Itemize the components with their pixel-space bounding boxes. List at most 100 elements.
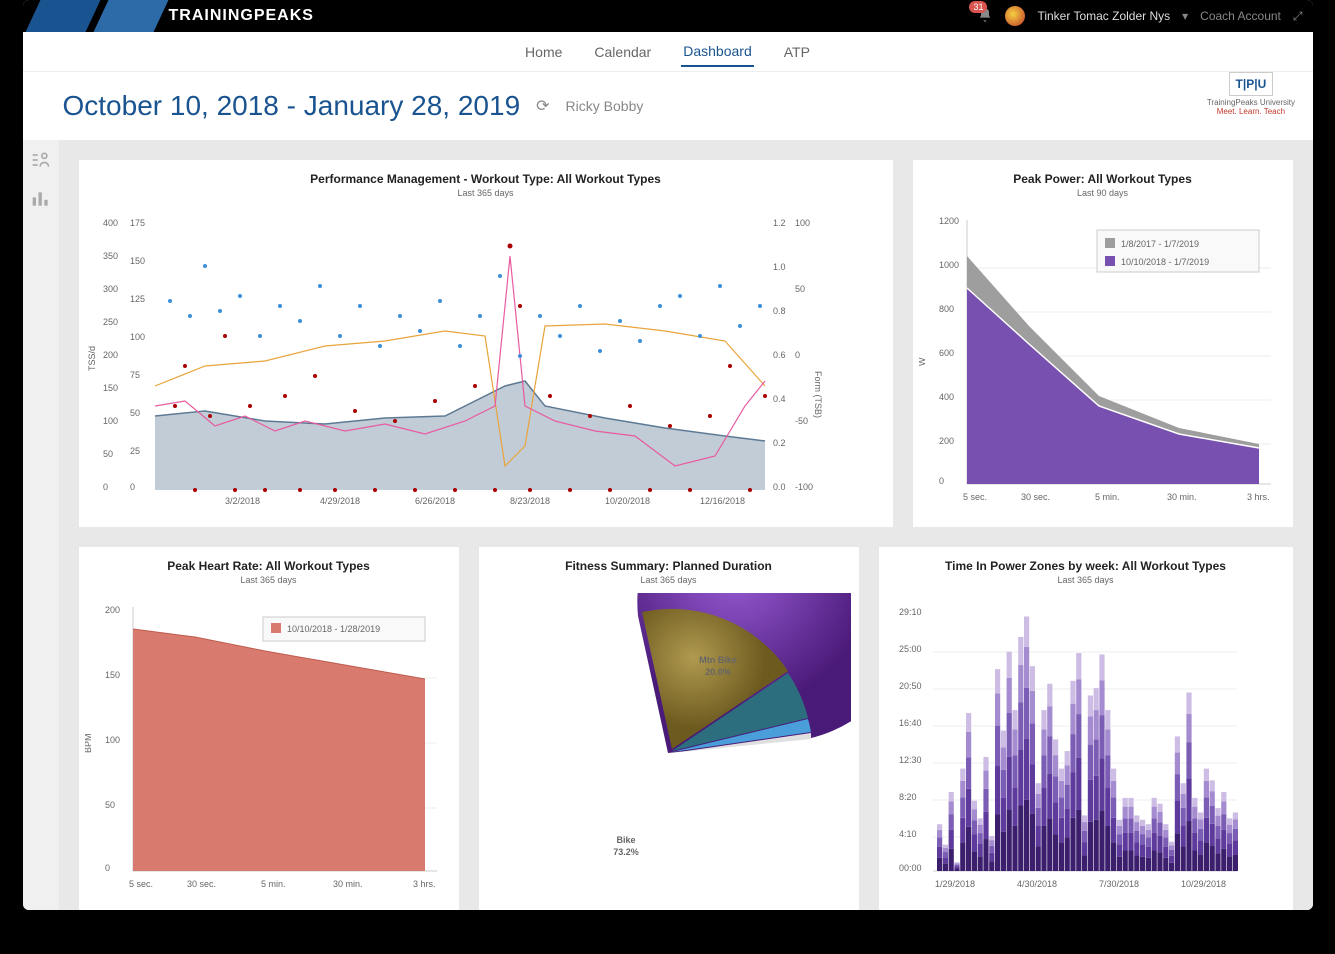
pp-title: Peak Power: All Workout Types <box>919 172 1287 186</box>
svg-text:1000: 1000 <box>939 260 959 270</box>
svg-text:-100: -100 <box>795 482 813 492</box>
svg-text:150: 150 <box>130 256 145 266</box>
svg-text:4:10: 4:10 <box>899 829 917 839</box>
svg-text:1.0: 1.0 <box>773 262 786 272</box>
tpu-line2: Meet. Learn. Teach <box>1207 107 1295 116</box>
fs-svg: Mtn Bike 20.0% Bike 73.2% <box>485 593 851 903</box>
dashboard-header: October 10, 2018 - January 28, 2019 ⟳ Ri… <box>23 72 1313 140</box>
avatar[interactable] <box>1005 6 1025 26</box>
svg-text:20:50: 20:50 <box>899 681 922 691</box>
svg-text:0.6: 0.6 <box>773 350 786 360</box>
nav-calendar[interactable]: Calendar <box>592 38 653 66</box>
phr-title: Peak Heart Rate: All Workout Types <box>85 559 453 573</box>
left-sidebar <box>23 140 59 910</box>
peak-hr-chart[interactable]: Peak Heart Rate: All Workout Types Last … <box>79 547 459 910</box>
svg-text:100: 100 <box>105 735 120 745</box>
svg-text:0: 0 <box>795 350 800 360</box>
perf-mgmt-chart[interactable]: Performance Management - Workout Type: A… <box>79 160 893 527</box>
coach-account-link[interactable]: Coach Account <box>1200 9 1281 23</box>
svg-text:-50: -50 <box>795 416 808 426</box>
user-name[interactable]: Tinker Tomac Zolder Nys <box>1037 9 1170 23</box>
pm-svg: TSS/d Form (TSB) 40035030025020015010050… <box>85 206 825 516</box>
svg-text:5 sec.: 5 sec. <box>129 879 153 889</box>
tz-svg: 29:10 25:00 20:50 16:40 12:30 8:20 4:10 00:00 1… <box>885 593 1251 903</box>
svg-text:400: 400 <box>939 392 954 402</box>
phr-svg: BPM 200150100500 5 sec.30 sec.5 min.30 m… <box>85 593 451 903</box>
svg-text:1/8/2017 - 1/7/2019: 1/8/2017 - 1/7/2019 <box>1121 239 1199 249</box>
chevron-down-icon[interactable]: ▾ <box>1182 9 1188 23</box>
peak-power-chart[interactable]: Peak Power: All Workout Types Last 90 da… <box>913 160 1293 527</box>
svg-text:0.2: 0.2 <box>773 438 786 448</box>
svg-text:10/10/2018 - 1/28/2019: 10/10/2018 - 1/28/2019 <box>287 624 380 634</box>
nav-home[interactable]: Home <box>523 38 564 66</box>
svg-text:50: 50 <box>103 449 113 459</box>
svg-text:10/20/2018: 10/20/2018 <box>605 496 650 506</box>
pp-svg: W 120010008006004002000 5 sec.30 sec.5 m… <box>919 206 1285 516</box>
svg-text:25: 25 <box>130 446 140 456</box>
svg-text:200: 200 <box>105 605 120 615</box>
svg-text:50: 50 <box>105 800 115 810</box>
svg-text:0.0: 0.0 <box>773 482 786 492</box>
tpu-badge[interactable]: T|P|U TrainingPeaks University Meet. Lea… <box>1207 72 1295 116</box>
svg-text:300: 300 <box>103 284 118 294</box>
svg-text:350: 350 <box>103 251 118 261</box>
tz-title: Time In Power Zones by week: All Workout… <box>885 559 1287 573</box>
main-nav: Home Calendar Dashboard ATP <box>23 32 1313 72</box>
svg-text:800: 800 <box>939 304 954 314</box>
svg-text:20.0%: 20.0% <box>705 667 731 677</box>
svg-text:100: 100 <box>130 332 145 342</box>
nav-dashboard[interactable]: Dashboard <box>681 37 754 67</box>
svg-text:12/16/2018: 12/16/2018 <box>700 496 745 506</box>
svg-text:Form (TSB): Form (TSB) <box>813 371 823 418</box>
svg-text:4/30/2018: 4/30/2018 <box>1017 879 1057 889</box>
phr-subtitle: Last 365 days <box>85 575 453 585</box>
athlete-name[interactable]: Ricky Bobby <box>566 98 644 114</box>
svg-text:16:40: 16:40 <box>899 718 922 728</box>
svg-text:3 hrs.: 3 hrs. <box>1247 492 1270 502</box>
svg-text:175: 175 <box>130 218 145 228</box>
time-in-zones-chart[interactable]: Time In Power Zones by week: All Workout… <box>879 547 1293 910</box>
svg-text:29:10: 29:10 <box>899 607 922 617</box>
svg-text:0: 0 <box>130 482 135 492</box>
svg-text:30 min.: 30 min. <box>1167 492 1197 502</box>
fs-title: Fitness Summary: Planned Duration <box>485 559 853 573</box>
notif-badge: 31 <box>969 1 987 13</box>
svg-text:TSS/d: TSS/d <box>87 346 97 371</box>
svg-text:150: 150 <box>105 670 120 680</box>
svg-text:50: 50 <box>130 408 140 418</box>
svg-text:5 sec.: 5 sec. <box>963 492 987 502</box>
svg-text:0.4: 0.4 <box>773 394 786 404</box>
brand-text: TRAININGPEAKS <box>169 7 314 25</box>
fitness-summary-chart[interactable]: Fitness Summary: Planned Duration Last 3… <box>479 547 859 910</box>
svg-text:8:20: 8:20 <box>899 792 917 802</box>
svg-text:100: 100 <box>103 416 118 426</box>
svg-text:73.2%: 73.2% <box>613 847 639 857</box>
svg-text:0: 0 <box>105 863 110 873</box>
svg-text:Mtn Bike: Mtn Bike <box>699 655 737 665</box>
svg-text:25:00: 25:00 <box>899 644 922 654</box>
athlete-list-icon[interactable] <box>31 150 51 175</box>
svg-text:10/29/2018: 10/29/2018 <box>1181 879 1226 889</box>
bar-chart-icon[interactable] <box>31 189 51 214</box>
svg-text:12:30: 12:30 <box>899 755 922 765</box>
refresh-button[interactable]: ⟳ <box>536 96 549 116</box>
svg-text:0: 0 <box>939 476 944 486</box>
notifications-button[interactable]: 31 <box>977 7 993 26</box>
svg-text:30 sec.: 30 sec. <box>1021 492 1050 502</box>
svg-text:30 sec.: 30 sec. <box>187 879 216 889</box>
svg-text:7/30/2018: 7/30/2018 <box>1099 879 1139 889</box>
nav-atp[interactable]: ATP <box>782 38 812 66</box>
svg-text:1/29/2018: 1/29/2018 <box>935 879 975 889</box>
svg-text:0: 0 <box>103 482 108 492</box>
tz-subtitle: Last 365 days <box>885 575 1287 585</box>
svg-text:400: 400 <box>103 218 118 228</box>
svg-text:4/29/2018: 4/29/2018 <box>320 496 360 506</box>
svg-text:8/23/2018: 8/23/2018 <box>510 496 550 506</box>
svg-text:150: 150 <box>103 383 118 393</box>
fs-subtitle: Last 365 days <box>485 575 853 585</box>
svg-text:3 hrs.: 3 hrs. <box>413 879 436 889</box>
svg-text:00:00: 00:00 <box>899 863 922 873</box>
date-range[interactable]: October 10, 2018 - January 28, 2019 <box>63 90 521 122</box>
tpu-line1: TrainingPeaks University <box>1207 98 1295 107</box>
fullscreen-icon[interactable]: ⤢ <box>1293 9 1303 24</box>
